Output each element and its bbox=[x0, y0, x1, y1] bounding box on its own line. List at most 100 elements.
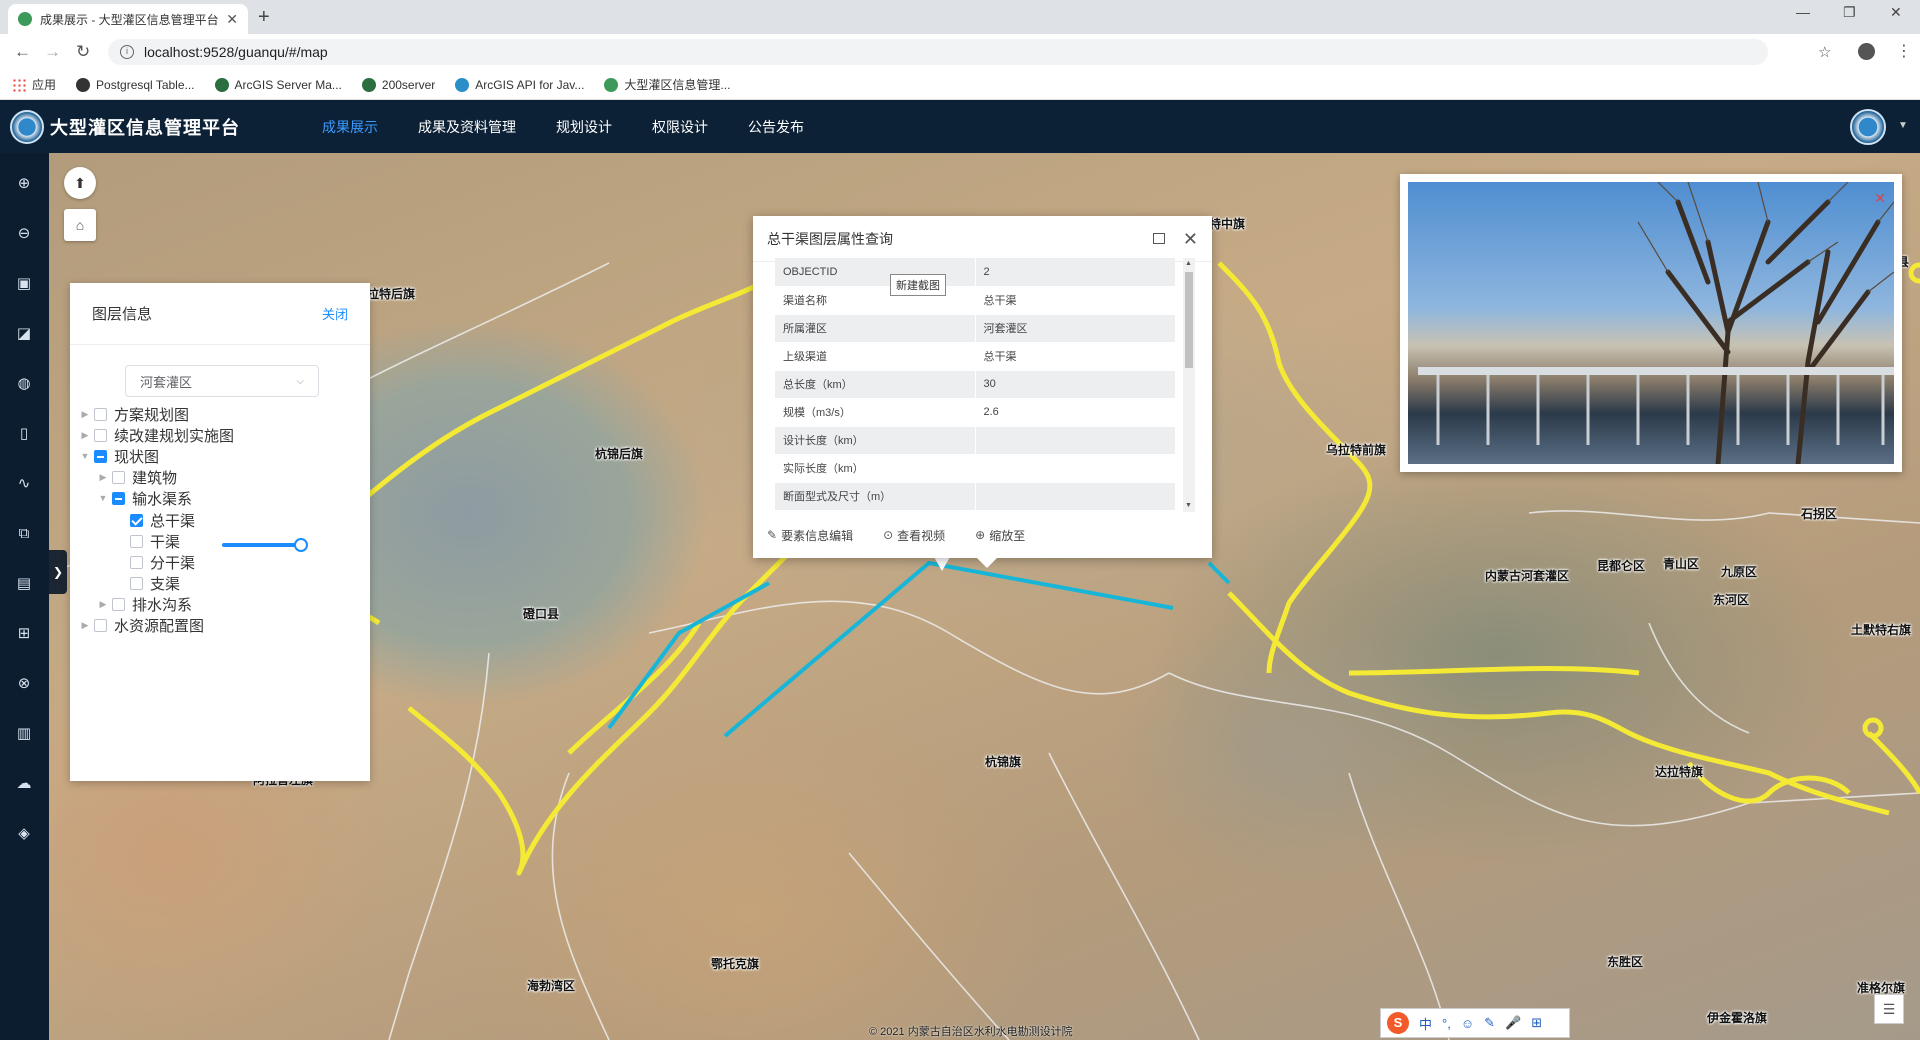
measure-icon[interactable]: ◪ bbox=[13, 323, 35, 345]
tree-node[interactable]: 干渠 bbox=[114, 530, 180, 552]
tree-node[interactable]: ▶ 方案规划图 bbox=[78, 403, 189, 425]
user-avatar[interactable] bbox=[1850, 109, 1886, 145]
layer-panel-close-button[interactable]: 关闭 bbox=[322, 304, 348, 323]
cloud-upload-icon[interactable]: ☁ bbox=[13, 773, 35, 795]
close-icon[interactable]: ✕ bbox=[1874, 190, 1886, 207]
bookmark-apps[interactable]: 应用 bbox=[12, 76, 56, 93]
layer-checkbox[interactable] bbox=[112, 470, 125, 484]
compass-icon[interactable]: ⬆ bbox=[64, 167, 96, 199]
ime-lang[interactable]: 中 bbox=[1419, 1014, 1432, 1033]
ime-handwrite[interactable]: ✎ bbox=[1484, 1015, 1495, 1031]
tree-node[interactable]: 总干渠 bbox=[114, 509, 195, 531]
layer-checkbox[interactable] bbox=[112, 597, 125, 611]
menu-lines-icon[interactable]: ☰ bbox=[1874, 994, 1904, 1024]
popup-body[interactable]: OBJECTID 2 渠道名称 总干渠 所属灌区 河套灌区 上级渠道 总干渠 总长度（k… bbox=[775, 258, 1199, 512]
back-icon[interactable]: ← bbox=[14, 42, 31, 62]
line-icon[interactable]: ∿ bbox=[13, 473, 35, 495]
layer-checkbox[interactable] bbox=[130, 576, 143, 590]
road-icon[interactable]: ⊞ bbox=[13, 623, 35, 645]
user-dropdown-icon[interactable]: ▼ bbox=[1898, 120, 1908, 131]
zoom-out-icon[interactable]: ⊖ bbox=[13, 223, 35, 245]
menu-item-data-management[interactable]: 成果及资料管理 bbox=[418, 117, 516, 137]
menu-item-permissions[interactable]: 权限设计 bbox=[652, 117, 708, 137]
bookmark-globe-icon bbox=[76, 77, 91, 92]
tree-node[interactable]: ▼ 输水渠系 bbox=[96, 487, 192, 509]
area-select[interactable]: 河套灌区 ⌵ bbox=[125, 365, 319, 397]
scroll-up-icon[interactable]: ▲ bbox=[1185, 260, 1192, 267]
browser-tab[interactable]: 成果展示 - 大型灌区信息管理平台 ✕ bbox=[8, 4, 248, 34]
scroll-down-icon[interactable]: ▼ bbox=[1185, 502, 1192, 509]
ruler-icon[interactable]: ▤ bbox=[13, 573, 35, 595]
browser-menu-icon[interactable]: ⋮ bbox=[1896, 41, 1912, 61]
wheel-icon[interactable]: ⊗ bbox=[13, 673, 35, 695]
stack-icon[interactable]: ◈ bbox=[13, 823, 35, 845]
attribute-popup: 总干渠图层属性查询 ✕ OBJECTID 2 渠道名称 总干渠 所属灌区 河套灌区 上… bbox=[753, 216, 1212, 568]
attribute-table: OBJECTID 2 渠道名称 总干渠 所属灌区 河套灌区 上级渠道 总干渠 总长度（k… bbox=[775, 258, 1175, 511]
pin-icon[interactable]: ▯ bbox=[13, 423, 35, 445]
chart-icon[interactable]: ▥ bbox=[13, 723, 35, 745]
ime-punct[interactable]: °, bbox=[1442, 1016, 1451, 1031]
tree-node[interactable]: 分干渠 bbox=[114, 551, 195, 573]
close-icon[interactable]: ✕ bbox=[1183, 230, 1198, 248]
layer-checkbox[interactable] bbox=[112, 491, 125, 505]
layer-checkbox[interactable] bbox=[94, 428, 107, 442]
caret-right-icon[interactable]: ▶ bbox=[78, 409, 92, 420]
forward-icon[interactable]: → bbox=[44, 42, 61, 62]
tree-node[interactable]: ▼ 现状图 bbox=[78, 445, 159, 467]
bookmark-arcgis-server[interactable]: ArcGIS Server Ma... bbox=[214, 77, 342, 92]
url-field[interactable]: i localhost:9528/guanqu/#/map bbox=[108, 39, 1768, 65]
tree-node[interactable]: ▶ 续改建规划实施图 bbox=[78, 424, 234, 446]
ime-toolbar[interactable]: S 中 °, ☺ ✎ 🎤 ⊞ bbox=[1380, 1008, 1570, 1038]
layer-checkbox[interactable] bbox=[94, 618, 107, 632]
bookmark-platform[interactable]: 大型灌区信息管理... bbox=[604, 76, 730, 93]
new-tab-button[interactable]: + bbox=[258, 6, 270, 29]
bookmark-200server[interactable]: 200server bbox=[361, 77, 435, 92]
minimize-icon[interactable]: — bbox=[1796, 4, 1810, 20]
layer-checkbox[interactable] bbox=[94, 407, 107, 421]
menu-item-announcements[interactable]: 公告发布 bbox=[748, 117, 804, 137]
menu-item-achievements[interactable]: 成果展示 bbox=[322, 117, 378, 137]
caret-right-icon[interactable]: ▶ bbox=[78, 430, 92, 441]
scrollbar-thumb[interactable] bbox=[1185, 272, 1193, 368]
ime-tools[interactable]: ⊞ bbox=[1531, 1015, 1542, 1031]
globe-icon[interactable]: ◍ bbox=[13, 373, 35, 395]
tree-node[interactable]: ▶ 水资源配置图 bbox=[78, 614, 204, 636]
view-video-button[interactable]: ⊙ 查看视频 bbox=[883, 527, 945, 544]
tree-node[interactable]: 支渠 bbox=[114, 572, 180, 594]
tree-node[interactable]: ▶ 排水沟系 bbox=[96, 593, 192, 615]
caret-down-icon[interactable]: ▼ bbox=[96, 493, 110, 503]
tree-node[interactable]: ▶ 建筑物 bbox=[96, 466, 177, 488]
caret-down-icon[interactable]: ▼ bbox=[78, 451, 92, 461]
maximize-icon[interactable] bbox=[1152, 233, 1165, 244]
ime-voice[interactable]: 🎤 bbox=[1505, 1015, 1521, 1031]
opacity-slider[interactable] bbox=[222, 538, 308, 552]
close-window-icon[interactable]: ✕ bbox=[1890, 4, 1902, 21]
caret-right-icon[interactable]: ▶ bbox=[96, 472, 110, 483]
layer-checkbox[interactable] bbox=[94, 449, 107, 463]
export-icon[interactable]: ⧉ bbox=[13, 523, 35, 545]
caret-right-icon[interactable]: ▶ bbox=[78, 620, 92, 631]
zoom-in-icon[interactable]: ⊕ bbox=[13, 173, 35, 195]
home-icon[interactable]: ⌂ bbox=[64, 209, 96, 241]
bookmark-star-icon[interactable]: ☆ bbox=[1818, 43, 1831, 61]
layer-checkbox[interactable] bbox=[130, 534, 143, 548]
map-label: 伊金霍洛旗 bbox=[1707, 1011, 1768, 1025]
caret-right-icon[interactable]: ▶ bbox=[96, 599, 110, 610]
slider-thumb[interactable] bbox=[294, 538, 308, 552]
profile-icon[interactable] bbox=[1858, 43, 1875, 60]
edit-feature-button[interactable]: ✎ 要素信息编辑 bbox=[767, 527, 853, 544]
zoom-to-button[interactable]: ⊕ 缩放至 bbox=[975, 527, 1025, 544]
bookmark-arcgis-api[interactable]: ArcGIS API for Jav... bbox=[455, 77, 584, 92]
site-info-icon[interactable]: i bbox=[120, 45, 134, 59]
layer-checkbox[interactable] bbox=[130, 513, 143, 527]
reload-icon[interactable]: ↻ bbox=[76, 42, 90, 62]
ime-emoji[interactable]: ☺ bbox=[1461, 1016, 1474, 1031]
layer-checkbox[interactable] bbox=[130, 555, 143, 569]
bookmark-postgresql[interactable]: Postgresql Table... bbox=[76, 77, 195, 92]
popup-scrollbar[interactable]: ▲ ▼ bbox=[1183, 258, 1195, 512]
menu-item-planning[interactable]: 规划设计 bbox=[556, 117, 612, 137]
panel-toggle-icon[interactable]: ❯ bbox=[49, 550, 67, 594]
tab-close-icon[interactable]: ✕ bbox=[226, 11, 238, 28]
layer-icon[interactable]: ▣ bbox=[13, 273, 35, 295]
restore-icon[interactable]: ❐ bbox=[1843, 4, 1856, 21]
